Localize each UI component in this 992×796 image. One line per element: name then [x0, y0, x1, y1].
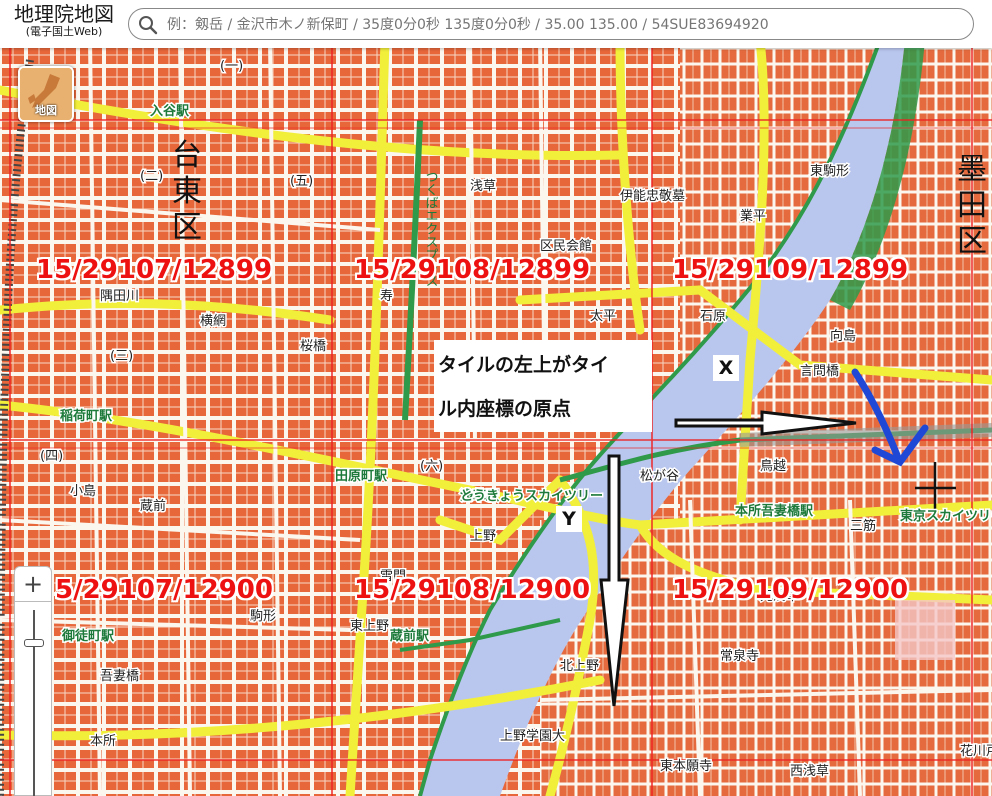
place-label: (四) — [40, 449, 63, 464]
place-label: 吾妻橋 — [100, 669, 139, 684]
zoom-in-button[interactable]: + — [14, 566, 52, 602]
place-label: 桜橋 — [300, 339, 326, 354]
tile-label: 15/29108/12900 — [354, 575, 591, 605]
place-label: 石原 — [700, 309, 726, 324]
tile-label: 15/29108/12899 — [354, 255, 591, 285]
station-label: 稲荷町駅 — [60, 408, 113, 424]
place-label: (三) — [110, 349, 133, 364]
place-label: 三筋 — [850, 518, 876, 534]
search-box[interactable] — [128, 8, 974, 40]
place-label: 鳥越 — [760, 459, 786, 474]
place-label: (五) — [290, 174, 313, 189]
place-label: 小島 — [70, 484, 96, 499]
place-label: 東駒形 — [810, 163, 849, 179]
zoom-handle[interactable] — [24, 639, 44, 647]
place-label: 本所 — [90, 734, 116, 749]
place-label: 横網 — [200, 314, 226, 329]
place-label: 上野 — [470, 529, 496, 544]
place-label: (二) — [140, 169, 163, 184]
x-axis-label: X — [713, 355, 739, 381]
place-label: 区民会館 — [540, 239, 592, 254]
place-label: 東上野 — [350, 618, 389, 634]
place-label: 太平 — [590, 309, 616, 324]
app-title: 地理院地図 — [14, 2, 114, 26]
place-label: (六) — [420, 459, 443, 474]
tile-label: 15/29109/12900 — [672, 575, 909, 605]
tile-label: 15/29109/12899 — [672, 255, 909, 285]
station-label: 本所吾妻橋駅 — [735, 503, 814, 519]
zoom-slider[interactable] — [14, 602, 52, 796]
place-label: 東本願寺 — [660, 758, 712, 774]
note-line: タイルの左上がタイ — [438, 354, 610, 376]
app-subtitle: (電子国土Web) — [25, 25, 103, 38]
map-type-button[interactable]: 地図 — [18, 66, 74, 122]
place-label: 寿 — [380, 289, 393, 304]
place-label: (一) — [220, 59, 243, 74]
ward-label-taito: 台東区 — [172, 138, 202, 245]
ward-label-sumida: 墨田区 — [957, 152, 987, 259]
station-label: 田原町駅 — [335, 469, 388, 484]
station-label: 東京スカイツリー — [900, 508, 992, 524]
place-label: 北上野 — [560, 659, 599, 674]
place-label: 駒形 — [250, 609, 276, 624]
place-label: 上野学園大 — [500, 728, 565, 744]
skytree-station-area — [895, 600, 955, 660]
app-logo[interactable]: 地理院地図 (電子国土Web) — [4, 3, 124, 45]
station-label: 入谷駅 — [150, 103, 190, 119]
place-label: 蔵前 — [140, 498, 166, 514]
zoom-control: + — [14, 566, 52, 796]
station-label: 御徒町駅 — [61, 628, 115, 644]
place-label: 業平 — [740, 208, 766, 224]
note-line: ル内座標の原点 — [438, 398, 572, 420]
station-label: とうきょうスカイツリー — [460, 489, 603, 504]
place-label: 言問橋 — [800, 364, 839, 379]
place-label: 西浅草 — [790, 764, 829, 779]
search-input[interactable] — [165, 13, 965, 37]
map-type-label: 地図 — [35, 104, 57, 117]
place-label: 浅草 — [470, 179, 496, 194]
place-label: 松が谷 — [640, 469, 679, 484]
place-label: 隅田川 — [100, 289, 139, 304]
header-bar: 地理院地図 (電子国土Web) — [0, 0, 992, 48]
place-label: 花川戸 — [960, 743, 992, 759]
y-axis-label: Y — [556, 506, 582, 532]
annotation-note: タイルの左上がタイ ル内座標の原点 — [434, 340, 652, 432]
search-icon[interactable] — [138, 15, 158, 35]
tile-label: 5/29107/12900 — [55, 575, 273, 605]
zoom-rail — [33, 610, 35, 796]
place-label: 向島 — [830, 328, 856, 344]
place-label: 常泉寺 — [720, 648, 759, 664]
station-label: 蔵前駅 — [390, 628, 430, 644]
place-label: 伊能忠敬墓 — [620, 188, 685, 204]
tile-label: 15/29107/12899 — [36, 255, 273, 285]
